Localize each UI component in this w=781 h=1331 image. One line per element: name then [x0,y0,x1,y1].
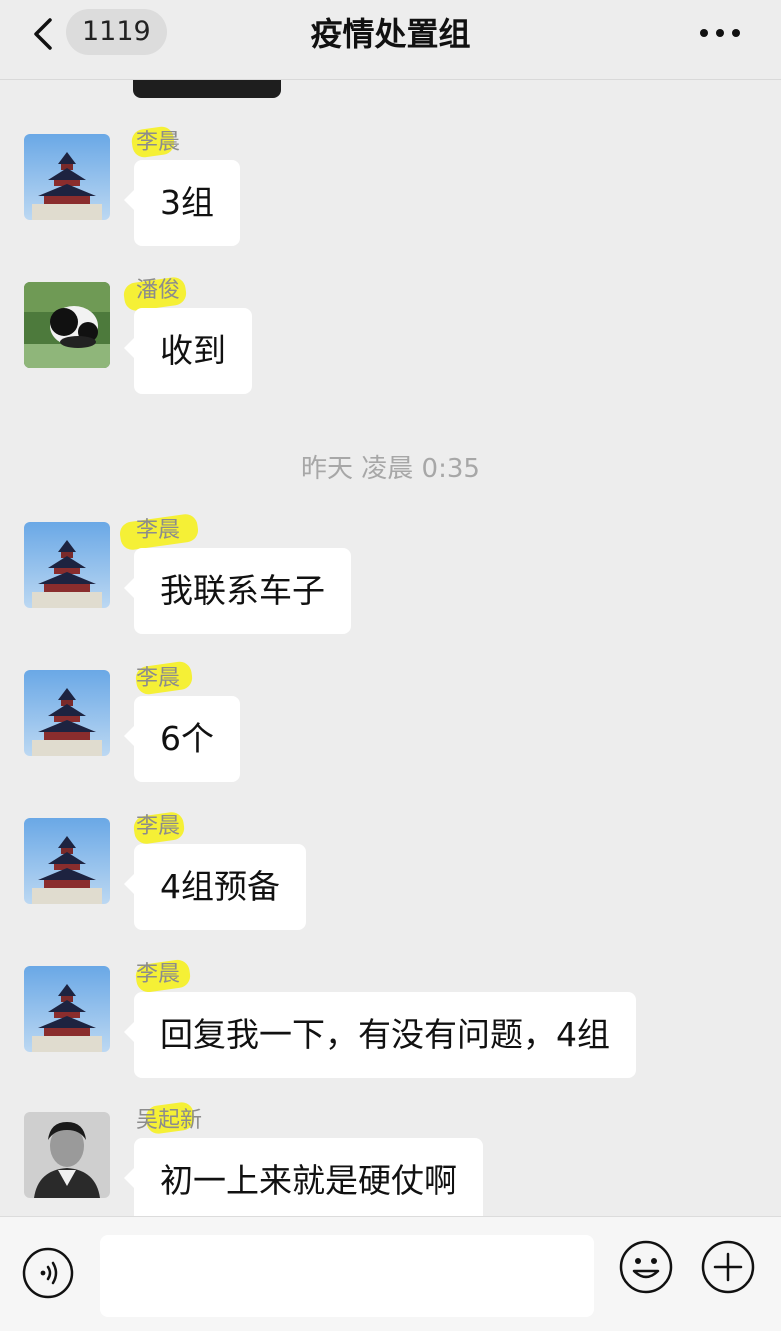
message-bubble[interactable]: 初一上来就是硬仗啊 [124,1138,483,1216]
voice-icon [22,1247,74,1299]
message-bubble[interactable]: 4组预备 [124,844,306,930]
message-bubble[interactable]: 6个 [124,696,240,782]
temple-avatar[interactable] [24,818,110,904]
message-bubble[interactable]: 3组 [124,160,240,246]
sender-name: 李晨 [136,666,181,691]
sender-name: 李晨 [136,814,181,839]
message-item: 李晨 4组预备 [0,810,781,948]
message-item: 李晨 回复我一下，有没有问题，4组 [0,958,781,1096]
input-toolbar [0,1216,781,1331]
message-bubble[interactable]: 我联系车子 [124,548,351,634]
message-item: 潘俊 收到 [0,275,781,412]
temple-avatar[interactable] [24,670,110,756]
message-item: 李晨 3组 [0,125,781,264]
message-bubble[interactable]: 回复我一下，有没有问题，4组 [124,992,636,1078]
panda-avatar[interactable] [24,282,110,368]
sender-name: 吴起新 [136,1108,203,1133]
message-item: 李晨 6个 [0,660,781,800]
message-input[interactable] [100,1235,594,1317]
sender-name: 李晨 [136,518,181,543]
image-message-partial[interactable] [133,80,281,98]
temple-avatar[interactable] [24,522,110,608]
chat-title: 疫情处置组 [310,15,471,53]
portrait-avatar[interactable] [24,1112,110,1198]
emoji-icon [619,1240,673,1294]
message-bubble[interactable]: 收到 [124,308,252,394]
timestamp-divider: 昨天 凌晨 0:35 [301,454,480,484]
more-icon [700,29,740,37]
message-item: 吴起新 初一上来就是硬仗啊 [0,1100,781,1216]
emoji-button[interactable] [618,1239,674,1295]
voice-input-button[interactable] [22,1247,74,1299]
more-functions-button[interactable] [700,1239,756,1295]
more-options-button[interactable] [696,18,748,48]
sender-name: 李晨 [136,130,181,155]
sender-name: 潘俊 [136,278,181,303]
plus-icon [701,1240,755,1294]
sender-name: 李晨 [136,962,181,987]
temple-avatar[interactable] [24,134,110,220]
message-list[interactable]: 李晨 3组 潘俊 收到 昨天 凌晨 0:35 李晨 我联系车子 李晨 6个 李晨… [0,80,781,1216]
temple-avatar[interactable] [24,966,110,1052]
message-item: 李晨 我联系车子 [0,512,781,652]
chat-window: 1119 疫情处置组 李晨 3组 潘俊 收到 昨天 凌晨 0:35 李晨 我联系… [0,0,781,1331]
chat-header: 1119 疫情处置组 [0,0,781,80]
